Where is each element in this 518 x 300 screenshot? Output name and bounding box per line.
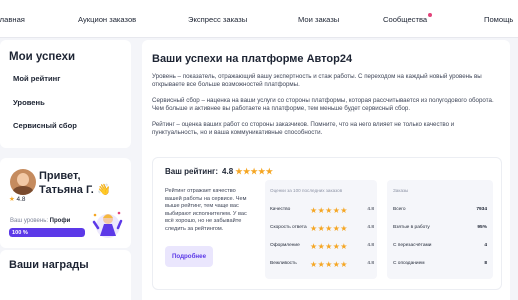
more-details-button[interactable]: Подробнее bbox=[165, 246, 213, 267]
nav-link-communities[interactable]: Сообщества bbox=[383, 13, 433, 24]
sidebar-heading: Мои успехи bbox=[9, 51, 76, 63]
nav-link-my-orders[interactable]: Мои заказы bbox=[298, 15, 339, 24]
stars-icon: ★★★★★ bbox=[310, 241, 348, 251]
top-navigation: Главная Аукцион заказов Экспресс заказы … bbox=[0, 0, 518, 38]
profile-card: ★ 4.8 Привет, Татьяна Г. 👋 Ваш уровень: … bbox=[0, 158, 131, 248]
page-title: Ваши успехи на платформе Автор24 bbox=[152, 53, 353, 65]
orders-row: С опозданием 8 bbox=[393, 261, 487, 266]
notification-dot bbox=[428, 13, 433, 17]
criteria-row: Оформление ★★★★★ 4.8 bbox=[270, 241, 374, 251]
stars-icon: ★★★★★ bbox=[310, 223, 348, 233]
awards-card: Ваши награды bbox=[0, 250, 131, 300]
sidebar-item-level[interactable]: Уровень bbox=[13, 98, 45, 107]
nav-link-help[interactable]: Помощь bbox=[484, 15, 513, 24]
criteria-row: Качество ★★★★★ 4.8 bbox=[270, 205, 374, 215]
criteria-scores-panel: Оценки за 100 последних заказов Качество… bbox=[265, 180, 377, 279]
level-progress-text: 100 % bbox=[12, 229, 28, 236]
level-label: Ваш уровень: Профи bbox=[10, 218, 71, 224]
awards-heading: Ваши награды bbox=[9, 259, 89, 271]
stars-icon: ★★★★★ bbox=[310, 205, 348, 215]
avatar-rating-badge: ★ 4.8 bbox=[9, 196, 26, 203]
criteria-row: Вежливость ★★★★★ 4.8 bbox=[270, 259, 374, 269]
service-fee-explanation: Сервисный сбор – наценка на ваши услуги … bbox=[152, 97, 494, 113]
orders-heading: Заказы bbox=[393, 188, 409, 193]
level-name: Профи bbox=[49, 218, 71, 224]
criteria-heading: Оценки за 100 последних заказов bbox=[270, 188, 343, 193]
main-panel: Ваши успехи на платформе Автор24 Уровень… bbox=[142, 40, 510, 300]
sidebar-achievements: Мои успехи Мой рейтинг Уровень Сервисный… bbox=[0, 40, 131, 148]
level-explanation: Уровень – показатель, отражающий вашу эк… bbox=[152, 73, 482, 89]
rating-value: 4.8 bbox=[222, 167, 234, 176]
sidebar-item-service-fee[interactable]: Сервисный сбор bbox=[13, 121, 77, 130]
greeting: Привет, Татьяна Г. 👋 bbox=[39, 170, 111, 197]
nav-link-home[interactable]: Главная bbox=[0, 15, 25, 24]
orders-row: Взятые в работу 95% bbox=[393, 225, 487, 230]
rating-explanation: Рейтинг – оценка ваших работ со стороны … bbox=[152, 121, 455, 137]
waving-hand-icon: 👋 bbox=[96, 183, 111, 196]
rating-stars-icon: ★★★★★ bbox=[235, 167, 274, 176]
rating-description: Рейтинг отражает качество вашей работы н… bbox=[165, 188, 247, 232]
sidebar-item-my-rating[interactable]: Мой рейтинг bbox=[13, 74, 60, 83]
rating-panel: Ваш рейтинг: 4.8 ★★★★★ Рейтинг отражает к… bbox=[152, 157, 502, 290]
rating-title: Ваш рейтинг: 4.8 ★★★★★ bbox=[165, 167, 274, 176]
star-icon: ★ bbox=[9, 196, 15, 203]
greeting-line-1: Привет, bbox=[39, 170, 81, 182]
orders-row: Всего 7934 bbox=[393, 207, 487, 212]
nav-link-express-orders[interactable]: Экспресс заказы bbox=[188, 15, 247, 24]
stars-icon: ★★★★★ bbox=[310, 259, 348, 269]
orders-row: С перезасчётами 4 bbox=[393, 243, 487, 248]
orders-stats-panel: Заказы Всего 7934 Взятые в работу 95% С … bbox=[387, 180, 493, 279]
criteria-row: Скорость ответа ★★★★★ 4.8 bbox=[270, 223, 374, 233]
mascot-illustration-icon bbox=[92, 211, 123, 238]
greeting-user-name: Татьяна Г. bbox=[39, 183, 94, 196]
nav-link-order-auction[interactable]: Аукцион заказов bbox=[78, 15, 136, 24]
avatar[interactable] bbox=[10, 169, 36, 195]
